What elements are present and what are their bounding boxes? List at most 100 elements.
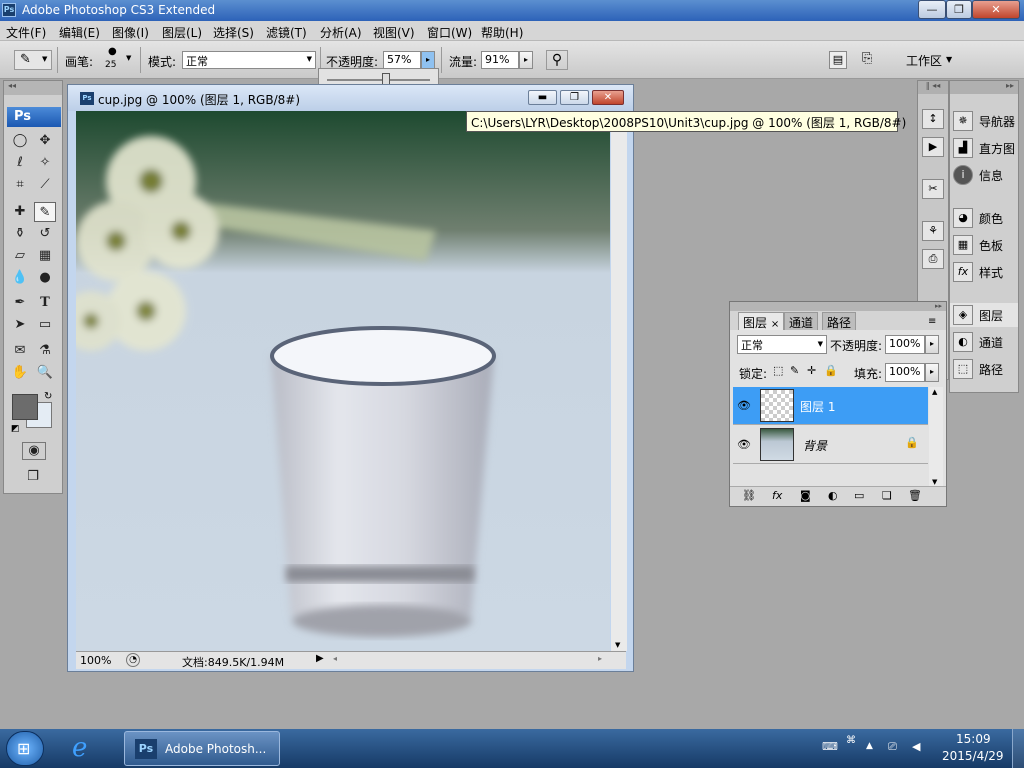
shape-tool-icon[interactable]: ▭: [34, 315, 56, 335]
tool-presets-icon[interactable]: ✂: [922, 179, 944, 199]
delete-layer-icon[interactable]: 🗑: [908, 489, 922, 502]
actions-panel-icon[interactable]: ▶: [922, 137, 944, 157]
palette-well-icon[interactable]: ▤: [829, 51, 847, 69]
clone-stamp-tool-icon[interactable]: ⚱: [9, 224, 31, 244]
marquee-tool-icon[interactable]: ◯: [9, 131, 31, 151]
menu-view[interactable]: 视图(V): [373, 24, 415, 41]
dodge-tool-icon[interactable]: ●: [34, 268, 56, 288]
blend-mode-select[interactable]: 正常 ▼: [737, 335, 827, 354]
default-colors-icon[interactable]: ◩: [11, 424, 20, 434]
menu-edit[interactable]: 编辑(E): [59, 24, 100, 41]
foreground-color-swatch[interactable]: [12, 394, 38, 420]
lasso-tool-icon[interactable]: ℓ: [9, 153, 31, 173]
layer-name[interactable]: 背景: [803, 437, 827, 454]
channels-tab[interactable]: 通道: [784, 312, 819, 330]
status-arrow-icon[interactable]: ▶: [316, 653, 324, 664]
eye-icon[interactable]: 👁: [737, 399, 751, 412]
taskbar-photoshop-button[interactable]: Ps Adobe Photosh...: [124, 731, 280, 766]
doc-minimize-button[interactable]: ▬: [528, 90, 557, 105]
show-hidden-icons[interactable]: ▲: [866, 741, 873, 751]
mode-select[interactable]: 正常 ▼: [182, 51, 316, 69]
scroll-down-icon[interactable]: ▼: [932, 478, 937, 486]
swatches-panel-tab[interactable]: ▦ 色板: [950, 233, 1018, 257]
internet-explorer-icon[interactable]: e: [72, 733, 106, 765]
layers-panel-tab[interactable]: ◈ 图层: [950, 303, 1018, 327]
add-mask-icon[interactable]: ◙: [800, 489, 811, 502]
layers-panel-header[interactable]: ▸▸: [730, 302, 946, 311]
paths-tab[interactable]: 路径: [822, 312, 857, 330]
minimize-button[interactable]: —: [918, 0, 946, 19]
keyboard-icon[interactable]: ⌨: [822, 740, 838, 753]
status-menu-icon[interactable]: ◔: [126, 653, 140, 667]
menu-layer[interactable]: 图层(L): [162, 24, 202, 41]
quick-mask-icon[interactable]: ◉: [22, 442, 46, 460]
paths-panel-tab[interactable]: ⬚ 路径: [950, 357, 1018, 381]
channels-panel-tab[interactable]: ◐ 通道: [950, 330, 1018, 354]
histogram-panel-tab[interactable]: ▟ 直方图: [950, 136, 1018, 160]
close-icon[interactable]: ×: [771, 319, 779, 330]
history-brush-tool-icon[interactable]: ↺: [34, 224, 56, 244]
tool-preset-picker[interactable]: ✎ ▼: [14, 50, 52, 70]
layers-tab[interactable]: 图层 ×: [738, 312, 785, 330]
brushes-panel-icon[interactable]: ⚘: [922, 221, 944, 241]
close-button[interactable]: ✕: [972, 0, 1020, 19]
history-panel-icon[interactable]: ↕: [922, 109, 944, 129]
clone-source-icon[interactable]: ⎙: [922, 249, 944, 269]
path-selection-tool-icon[interactable]: ➤: [9, 315, 31, 335]
scroll-left-icon[interactable]: ◂: [333, 654, 337, 663]
ime-icon[interactable]: ⌘: [846, 735, 856, 746]
image-canvas[interactable]: [76, 111, 610, 651]
menu-help[interactable]: 帮助(H): [481, 24, 523, 41]
screen-mode-icon[interactable]: ❐: [22, 467, 44, 487]
scroll-down-icon[interactable]: ▼: [615, 641, 620, 649]
dock-expand-handle[interactable]: ▸▸: [950, 81, 1018, 94]
opacity-slider-toggle[interactable]: ▸: [421, 51, 435, 69]
notes-tool-icon[interactable]: ✉: [9, 341, 31, 361]
layer-row[interactable]: 👁 图层 1: [733, 387, 928, 425]
menu-filter[interactable]: 滤镜(T): [266, 24, 307, 41]
link-layers-icon[interactable]: ⛓: [742, 489, 756, 502]
restore-button[interactable]: ❐: [946, 0, 972, 19]
lock-all-icon[interactable]: 🔒: [824, 364, 838, 377]
clock-date[interactable]: 2015/4/29: [942, 749, 1004, 763]
menu-analysis[interactable]: 分析(A): [320, 24, 362, 41]
magic-wand-tool-icon[interactable]: ✧: [34, 153, 56, 173]
navigator-panel-tab[interactable]: ✵ 导航器: [950, 109, 1018, 133]
tools-panel-header[interactable]: ◂◂: [4, 81, 62, 95]
slice-tool-icon[interactable]: ⟋: [34, 175, 56, 195]
volume-icon[interactable]: ◀: [912, 740, 920, 753]
menu-select[interactable]: 选择(S): [213, 24, 254, 41]
layer-opacity-slider-toggle[interactable]: ▸: [925, 335, 939, 354]
doc-close-button[interactable]: ✕: [592, 90, 624, 105]
flow-input[interactable]: 91%: [481, 51, 519, 69]
type-tool-icon[interactable]: T: [34, 293, 56, 313]
airbrush-icon[interactable]: ⚲: [546, 50, 568, 70]
lock-position-icon[interactable]: ✛: [807, 364, 816, 377]
clock-time[interactable]: 15:09: [956, 732, 991, 746]
eyedropper-tool-icon[interactable]: ⚗: [34, 341, 56, 361]
opacity-input[interactable]: 57%: [383, 51, 421, 69]
dock-collapse-handle[interactable]: ‖ ◂◂: [918, 81, 948, 94]
adjustment-layer-icon[interactable]: ◐: [828, 489, 838, 502]
brush-picker[interactable]: ● 25 ▼: [100, 46, 136, 74]
layer-style-icon[interactable]: fx: [772, 489, 782, 502]
menu-image[interactable]: 图像(I): [112, 24, 149, 41]
flow-slider-toggle[interactable]: ▸: [519, 51, 533, 69]
eye-icon[interactable]: 👁: [737, 438, 751, 451]
blur-tool-icon[interactable]: 💧: [9, 268, 31, 288]
panel-menu-icon[interactable]: ≡: [928, 316, 936, 327]
new-layer-icon[interactable]: ❏: [882, 489, 892, 502]
scroll-up-icon[interactable]: ▲: [932, 388, 937, 396]
brush-tool-icon[interactable]: ✎: [34, 202, 56, 222]
doc-restore-button[interactable]: ❐: [560, 90, 589, 105]
eraser-tool-icon[interactable]: ▱: [9, 246, 31, 266]
bridge-icon[interactable]: ⎘: [862, 51, 888, 69]
fill-input[interactable]: 100%: [885, 363, 925, 382]
swap-colors-icon[interactable]: ↻: [44, 391, 52, 402]
menu-file[interactable]: 文件(F): [6, 24, 46, 41]
healing-brush-tool-icon[interactable]: ✚: [9, 202, 31, 222]
zoom-tool-icon[interactable]: 🔍: [34, 363, 56, 383]
lock-transparency-icon[interactable]: ⬚: [773, 364, 783, 377]
menu-window[interactable]: 窗口(W): [427, 24, 472, 41]
layers-scrollbar[interactable]: ▲ ▼: [929, 387, 943, 487]
